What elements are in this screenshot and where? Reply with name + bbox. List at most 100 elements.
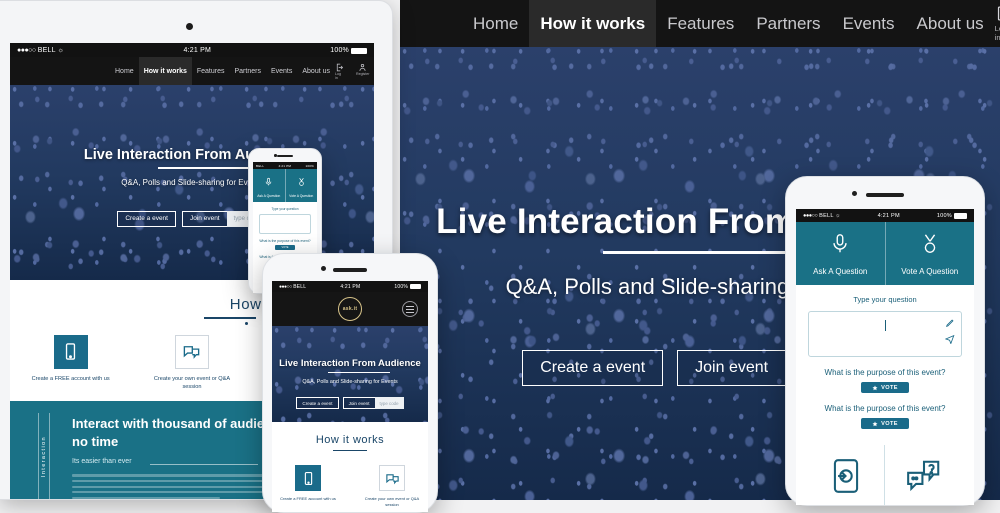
question-text: What is the purpose of this event?	[824, 404, 946, 413]
vertical-label: Interaction	[38, 413, 50, 499]
status-bar: ●●●○○ BELL 4:21 PM 100%	[272, 281, 428, 292]
status-bar: BELL 4:21 PM 100%	[253, 162, 317, 169]
carrier-label: BELL	[37, 47, 56, 54]
right-phone-mockup: ●●●○○ BELL ☼ 4:21 PM 100% Ask A Question	[785, 176, 985, 506]
tab-label: Vote A Question	[901, 267, 959, 276]
carrier-label: BELL	[293, 283, 307, 290]
phone-icon	[66, 343, 76, 360]
phone-icon-box	[295, 465, 321, 491]
step-item: Create your own event or Q&A session	[363, 465, 421, 508]
phone-login-icon	[833, 458, 859, 493]
status-time: 4:21 PM	[340, 283, 361, 290]
nav-item-partners[interactable]: Partners	[230, 57, 266, 85]
phone-camera-icon	[274, 154, 277, 157]
vote-label: VOTE	[881, 384, 898, 391]
login-label: Log in	[335, 71, 342, 80]
vote-label: VOTE	[881, 420, 898, 427]
nav-item-how-it-works[interactable]: How it works	[138, 57, 192, 85]
battery-percent: 100%	[394, 283, 408, 290]
person-icon	[359, 63, 366, 71]
tab-vote-a-question[interactable]: Vote A Question	[884, 222, 975, 285]
tab-ask-a-question[interactable]: Ask A Question	[253, 169, 285, 202]
create-event-button[interactable]: Create a event	[296, 397, 339, 409]
nav-item-about-us[interactable]: About us	[297, 57, 335, 85]
nav-item-features[interactable]: Features	[656, 0, 745, 47]
battery-icon	[351, 47, 367, 54]
microphone-icon	[833, 234, 847, 253]
login-button[interactable]: Log in	[995, 5, 1000, 42]
chat-bubbles-icon	[385, 473, 399, 484]
join-event-button[interactable]: Join event	[677, 349, 786, 386]
microphone-icon	[265, 177, 272, 186]
create-event-button[interactable]: Create a event	[117, 210, 176, 227]
nav-item-how-it-works[interactable]: How it works	[529, 0, 657, 47]
question-text: What is the purpose of this event?	[824, 368, 946, 377]
vote-button[interactable]: VOTE	[861, 418, 909, 429]
star-icon	[872, 385, 878, 390]
tab-vote-a-question[interactable]: Vote A Question	[284, 169, 318, 202]
status-time: 4:21 PM	[183, 47, 211, 54]
login-button[interactable]: Log in	[335, 63, 344, 80]
join-event-button[interactable]: Join event	[342, 397, 375, 409]
tab-label: Ask A Question	[813, 267, 868, 276]
mockup-stage: Live Interaction From Audience Q&A, Poll…	[0, 0, 1000, 513]
question-input[interactable]	[259, 214, 311, 234]
page-subtitle: Q&A, Polls and Slide-sharing for Events	[302, 379, 398, 385]
nav-item-events[interactable]: Events	[832, 0, 906, 47]
nav-item-events[interactable]: Events	[266, 57, 297, 85]
step-item: Create your own event or Q&A session	[148, 334, 236, 392]
text-caret	[885, 320, 886, 331]
tab-label: Vote A Question	[289, 194, 314, 198]
join-event-button[interactable]: Join event	[181, 210, 227, 227]
vote-button[interactable]: VOTE	[275, 245, 295, 250]
login-label: Log in	[994, 24, 1000, 42]
app-tabs: Ask A Question Vote A Question	[253, 169, 317, 202]
carrier-label: BELL	[256, 163, 265, 168]
step-caption: Create a FREE account with us	[31, 375, 110, 382]
send-icon[interactable]	[945, 334, 955, 344]
medal-icon	[299, 178, 304, 186]
page-title: Live Interaction From Audience	[279, 358, 421, 369]
heading-underline	[204, 317, 256, 319]
phone-speaker	[333, 268, 367, 272]
signal-dots-icon: ●●●○○	[17, 47, 36, 54]
nav-item-about-us[interactable]: About us	[906, 0, 995, 47]
carrier-label: BELL	[819, 212, 834, 219]
step-caption: Create a FREE account with us	[280, 496, 336, 501]
grid-item-chat-question[interactable]	[885, 445, 962, 505]
vertical-label-text: Interaction	[41, 435, 47, 477]
center-phone-mockup: ●●●○○ BELL 4:21 PM 100% ask.it Live Inte…	[262, 253, 438, 513]
event-code-input[interactable]: type code	[374, 397, 404, 409]
vote-button[interactable]: VOTE	[861, 382, 909, 393]
page-subtitle: Q&A, Polls and Slide-sharing for Events	[121, 177, 263, 187]
battery-percent: 100%	[330, 47, 349, 54]
register-button[interactable]: Register	[356, 63, 369, 80]
tab-ask-a-question[interactable]: Ask A Question	[796, 222, 885, 285]
heading-underline	[333, 450, 367, 451]
grid-item-phone-login[interactable]	[808, 445, 885, 505]
edit-icon[interactable]	[945, 318, 955, 328]
hamburger-menu-icon[interactable]	[402, 301, 418, 317]
nav-item-features[interactable]: Features	[192, 57, 230, 85]
nav-item-partners[interactable]: Partners	[745, 0, 831, 47]
how-it-works-section: How it works Create a FREE account with …	[272, 422, 428, 512]
question-input[interactable]	[808, 311, 962, 357]
star-icon	[872, 421, 878, 426]
chat-bubbles-icon	[184, 346, 200, 359]
phone-icon-box	[53, 334, 88, 369]
step-item: Create a FREE account with us	[27, 334, 115, 392]
question-text: What is the purpose of this event?	[259, 239, 311, 243]
login-icon	[336, 63, 344, 71]
nav-item-home[interactable]: Home	[462, 0, 529, 47]
create-event-button[interactable]: Create a event	[522, 349, 664, 386]
status-time: 4:21 PM	[877, 212, 900, 219]
nav-item-home[interactable]: Home	[110, 57, 139, 85]
chat-icon-box	[379, 465, 405, 491]
phone-icon	[304, 471, 312, 485]
signal-dots-icon: ●●●○○	[803, 212, 818, 219]
chat-question-icon	[906, 460, 939, 491]
title-underline	[158, 167, 254, 169]
title-underline	[328, 372, 390, 373]
phone-camera-icon	[852, 191, 857, 196]
tablet-navbar: Home How it works Features Partners Even…	[10, 57, 374, 85]
